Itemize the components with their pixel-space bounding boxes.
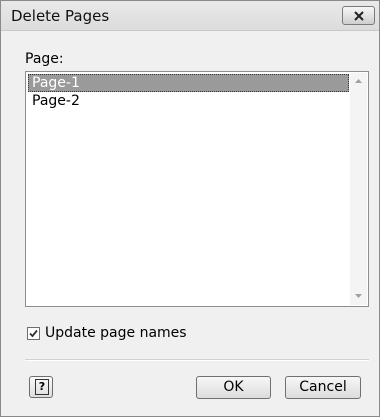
ok-button[interactable]: OK [196,376,271,399]
vertical-scrollbar[interactable] [350,73,367,305]
scroll-up-arrow-icon [355,79,362,83]
divider [25,359,369,361]
help-icon: ? [35,379,49,395]
list-item-page-1[interactable]: Page-1 [28,74,349,92]
page-list-items: Page-1 Page-2 [28,74,349,110]
help-button[interactable]: ? [29,376,53,398]
page-listbox[interactable]: Page-1 Page-2 [25,71,369,307]
scroll-down-button[interactable] [350,288,367,305]
cancel-button[interactable]: Cancel [285,376,361,399]
list-item-page-2[interactable]: Page-2 [28,92,349,110]
scroll-up-button[interactable] [350,73,367,90]
update-page-names-label[interactable]: Update page names [45,325,187,341]
delete-pages-dialog: Delete Pages Page: Page-1 Page-2 Update … [0,0,380,417]
scroll-down-arrow-icon [355,294,362,298]
close-icon [354,11,364,21]
title-bar[interactable]: Delete Pages [1,1,379,31]
page-list-label: Page: [25,51,64,67]
checkmark-icon [29,329,38,338]
close-button[interactable] [342,6,375,25]
update-page-names-checkbox[interactable] [27,327,40,340]
dialog-title: Delete Pages [11,7,110,25]
